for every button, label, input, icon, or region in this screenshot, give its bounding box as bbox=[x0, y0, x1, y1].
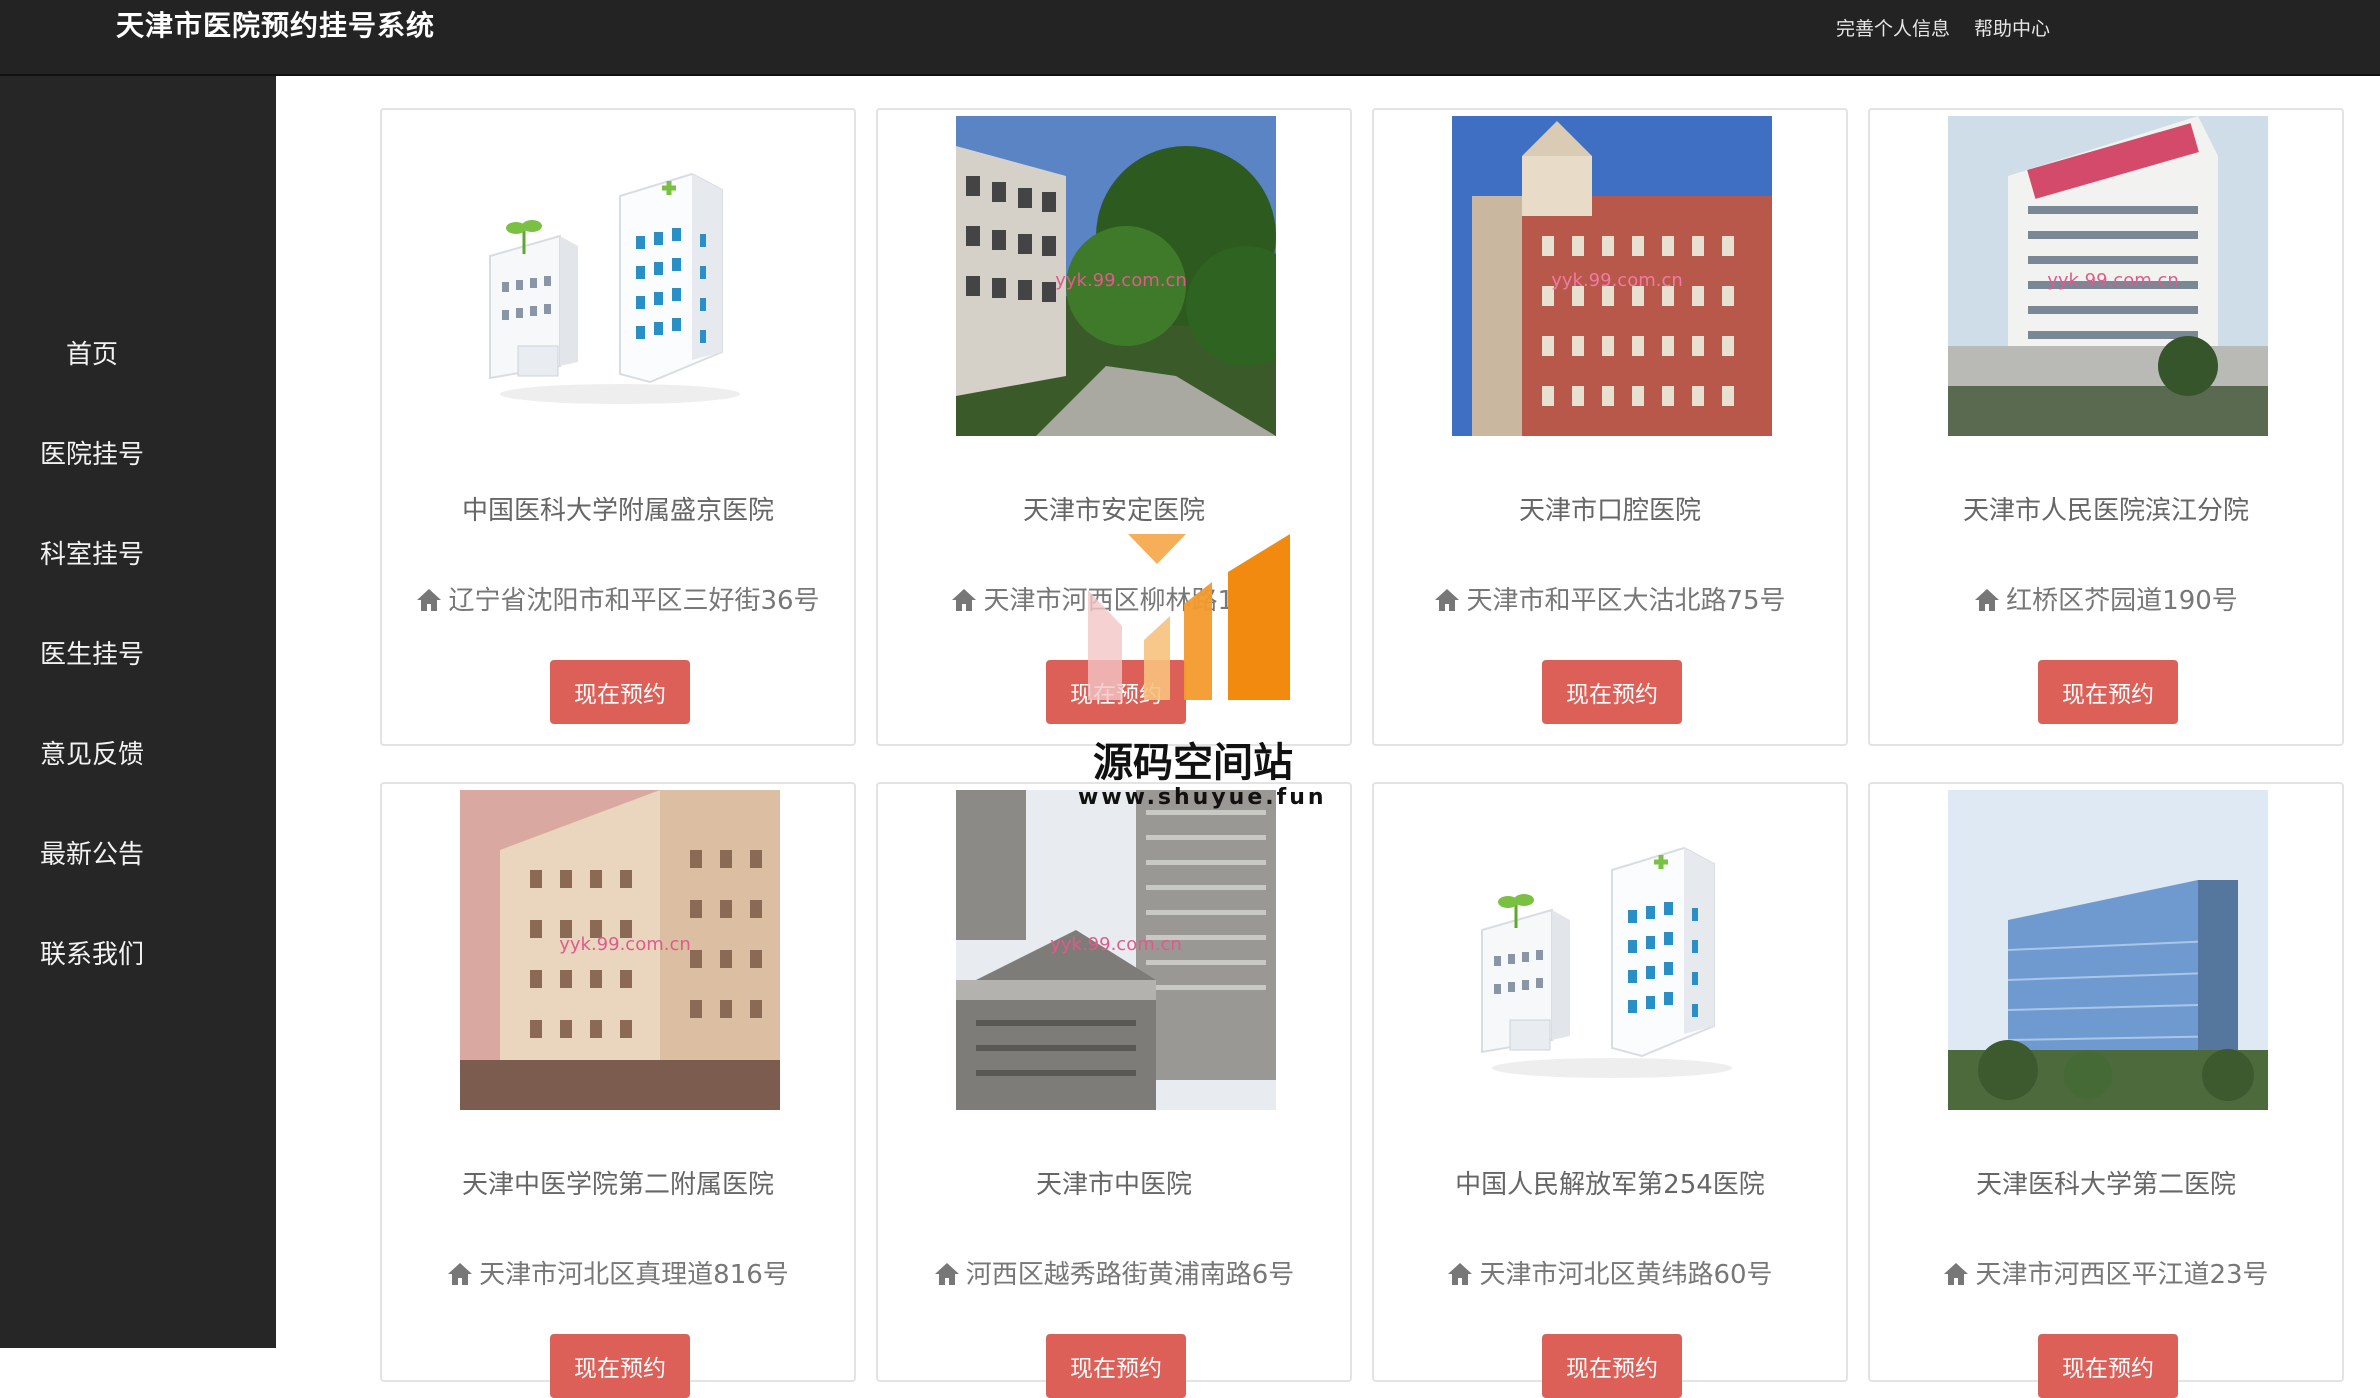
hospital-address: 红桥区芥园道190号 bbox=[1870, 580, 2342, 617]
hospital-card: yyk.99.com.cn 天津市口腔医院 天津市和平区大沽北路75号 现在预约 bbox=[1372, 108, 1848, 746]
home-icon bbox=[417, 589, 442, 611]
hospital-address: 天津市河北区黄纬路60号 bbox=[1374, 1254, 1846, 1291]
hospital-image[interactable]: yyk.99.com.cn bbox=[1948, 116, 2268, 436]
hospital-card: 天津医科大学第二医院 天津市河西区平江道23号 现在预约 bbox=[1868, 782, 2344, 1398]
hospital-address-text: 天津市河北区黄纬路60号 bbox=[1479, 1260, 1773, 1290]
hospital-card: 中国人民解放军第254医院 天津市河北区黄纬路60号 现在预约 bbox=[1372, 782, 1848, 1398]
photo-watermark: yyk.99.com.cn bbox=[1551, 270, 1683, 291]
home-icon bbox=[1975, 589, 2000, 611]
hospital-image[interactable]: yyk.99.com.cn bbox=[1452, 116, 1772, 436]
hospital-name: 中国人民解放军第254医院 bbox=[1455, 1170, 1765, 1200]
hospital-address: 河西区越秀路街黄浦南路6号 bbox=[878, 1254, 1350, 1291]
watermark-url: www.shuyue.fun bbox=[1078, 785, 1327, 810]
sidebar-item-doctor-registration[interactable]: 医生挂号 bbox=[0, 634, 184, 671]
top-header: 天津市医院预约挂号系统 完善个人信息 帮助中心 bbox=[0, 0, 2380, 76]
profile-link[interactable]: 完善个人信息 bbox=[1836, 14, 1950, 41]
photo-watermark: yyk.99.com.cn bbox=[2047, 270, 2179, 291]
help-center-link[interactable]: 帮助中心 bbox=[1974, 14, 2050, 41]
watermark-logo bbox=[1088, 534, 1290, 700]
hospital-name: 中国医科大学附属盛京医院 bbox=[461, 496, 774, 526]
hospital-address-text: 天津市河北区真理道816号 bbox=[479, 1260, 789, 1290]
hospital-card: 中国医科大学附属盛京医院 辽宁省沈阳市和平区三好街36号 现在预约 bbox=[380, 108, 856, 746]
photo-watermark: yyk.99.com.cn bbox=[1055, 270, 1187, 291]
hospital-name: 天津医科大学第二医院 bbox=[1975, 1170, 2236, 1200]
hospital-image[interactable] bbox=[460, 116, 780, 436]
sidebar-item-contact-us[interactable]: 联系我们 bbox=[0, 934, 184, 971]
hospital-address: 辽宁省沈阳市和平区三好街36号 bbox=[382, 580, 854, 617]
hospital-image[interactable]: yyk.99.com.cn bbox=[956, 790, 1276, 1110]
hospital-card: yyk.99.com.cn 天津中医学院第二附属医院 天津市河北区真理道816号… bbox=[380, 782, 856, 1398]
hospital-card: yyk.99.com.cn 天津市中医院 河西区越秀路街黄浦南路6号 现在预约 bbox=[876, 782, 1352, 1398]
sidebar: 首页 医院挂号 科室挂号 医生挂号 意见反馈 最新公告 联系我们 bbox=[0, 76, 276, 1348]
home-icon bbox=[934, 1263, 959, 1285]
sidebar-item-home[interactable]: 首页 bbox=[0, 334, 184, 371]
home-icon bbox=[448, 1263, 473, 1285]
hospital-name: 天津市中医院 bbox=[1035, 1170, 1192, 1200]
book-now-button[interactable]: 现在预约 bbox=[550, 660, 690, 724]
hospital-name: 天津市人民医院滨江分院 bbox=[1962, 496, 2249, 526]
book-now-button[interactable]: 现在预约 bbox=[2038, 1334, 2178, 1398]
hospital-address: 天津市和平区大沽北路75号 bbox=[1374, 580, 1846, 617]
hospital-card: yyk.99.com.cn 天津市人民医院滨江分院 红桥区芥园道190号 现在预… bbox=[1868, 108, 2344, 746]
hospital-image[interactable]: yyk.99.com.cn bbox=[956, 116, 1276, 436]
hospital-address: 天津市河西区平江道23号 bbox=[1870, 1254, 2342, 1291]
hospital-name: 天津市口腔医院 bbox=[1518, 496, 1701, 526]
book-now-button[interactable]: 现在预约 bbox=[1542, 1334, 1682, 1398]
photo-watermark: yyk.99.com.cn bbox=[1050, 934, 1182, 955]
watermark-title: 源码空间站 bbox=[1093, 740, 1293, 786]
book-now-button[interactable]: 现在预约 bbox=[2038, 660, 2178, 724]
sidebar-item-hospital-registration[interactable]: 医院挂号 bbox=[0, 434, 184, 471]
sidebar-item-announcements[interactable]: 最新公告 bbox=[0, 834, 184, 871]
hospital-image[interactable]: yyk.99.com.cn bbox=[460, 790, 780, 1110]
sidebar-item-department-registration[interactable]: 科室挂号 bbox=[0, 534, 184, 571]
hospital-address-text: 红桥区芥园道190号 bbox=[2006, 586, 2238, 616]
hospital-name: 天津市安定医院 bbox=[1022, 496, 1205, 526]
photo-watermark: yyk.99.com.cn bbox=[559, 934, 691, 955]
book-now-button[interactable]: 现在预约 bbox=[1542, 660, 1682, 724]
hospital-address-text: 天津市河西区平江道23号 bbox=[1975, 1260, 2269, 1290]
home-icon bbox=[1435, 589, 1460, 611]
hospital-address-text: 辽宁省沈阳市和平区三好街36号 bbox=[448, 586, 820, 616]
app-title: 天津市医院预约挂号系统 bbox=[116, 9, 436, 42]
site-watermark: 源码空间站 www.shuyue.fun bbox=[1078, 530, 1327, 820]
hospital-image[interactable] bbox=[1948, 790, 2268, 1110]
hospital-address-text: 天津市和平区大沽北路75号 bbox=[1466, 586, 1786, 616]
hospital-address-text: 河西区越秀路街黄浦南路6号 bbox=[965, 1260, 1295, 1290]
home-icon bbox=[1944, 1263, 1969, 1285]
book-now-button[interactable]: 现在预约 bbox=[550, 1334, 690, 1398]
home-icon bbox=[1448, 1263, 1473, 1285]
top-links: 完善个人信息 帮助中心 bbox=[1836, 14, 2050, 41]
hospital-image[interactable] bbox=[1452, 790, 1772, 1110]
hospital-name: 天津中医学院第二附属医院 bbox=[461, 1170, 774, 1200]
home-icon bbox=[952, 589, 977, 611]
hospital-address: 天津市河北区真理道816号 bbox=[382, 1254, 854, 1291]
sidebar-item-feedback[interactable]: 意见反馈 bbox=[0, 734, 184, 771]
book-now-button[interactable]: 现在预约 bbox=[1046, 1334, 1186, 1398]
